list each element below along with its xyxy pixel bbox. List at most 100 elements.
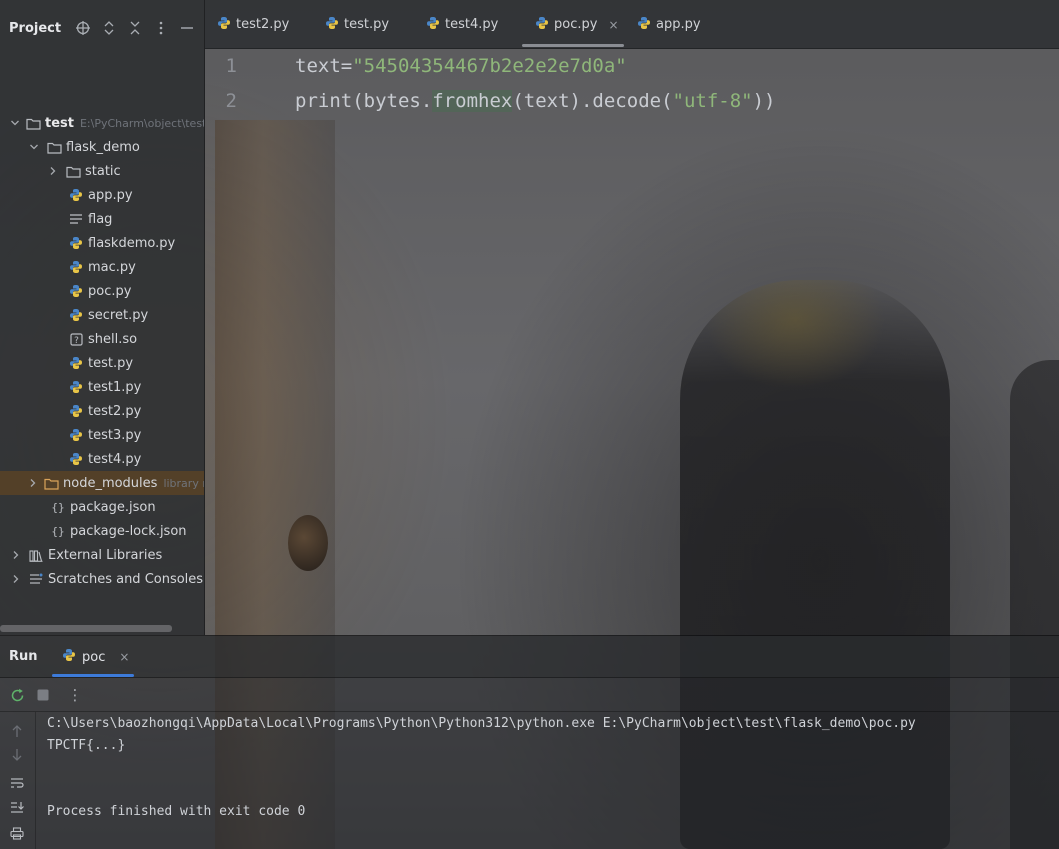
arrow-down-icon[interactable]: [8, 746, 26, 764]
chevron-right-icon[interactable]: [10, 574, 22, 584]
arrow-up-icon[interactable]: [8, 722, 26, 740]
tree-item-label: test: [45, 115, 74, 131]
tab-label: test4.py: [445, 17, 499, 32]
console-exit-line: Process finished with exit code 0: [47, 804, 306, 819]
tree-item-flag[interactable]: flag: [0, 207, 204, 231]
folder-icon: [26, 115, 41, 131]
tab-app-py[interactable]: app.py: [637, 0, 701, 49]
tree-item-secret-py[interactable]: secret.py: [0, 303, 204, 327]
tab-test4-py[interactable]: test4.py: [426, 0, 498, 49]
tree-item-poc-py[interactable]: poc.py: [0, 279, 204, 303]
tree-item-package-json[interactable]: {} package.json: [0, 495, 204, 519]
folder-icon: [65, 163, 81, 179]
python-file-icon: [325, 16, 339, 34]
tree-item-label: test2.py: [88, 403, 142, 419]
expand-all-icon[interactable]: [96, 18, 122, 38]
tab-test-py[interactable]: test.py: [325, 0, 389, 49]
svg-text:{}: {}: [51, 525, 64, 538]
code-line-2[interactable]: print(bytes.fromhex(text).decode("utf-8"…: [295, 90, 775, 112]
scroll-to-end-icon[interactable]: [8, 798, 26, 816]
tree-item-test2-py[interactable]: test2.py: [0, 399, 204, 423]
tree-item-test-py[interactable]: test.py: [0, 351, 204, 375]
tree-item-label: flag: [88, 211, 113, 227]
code-token-string: "utf-8": [672, 90, 753, 112]
tree-item-external-libraries[interactable]: External Libraries: [0, 543, 204, 567]
tree-item-node-modules[interactable]: node_modules library root: [0, 471, 204, 495]
project-horizontal-scrollbar[interactable]: [0, 625, 172, 632]
rerun-icon[interactable]: [8, 686, 26, 704]
code-token-highlighted: fromhex: [432, 90, 513, 112]
python-file-icon: [68, 355, 84, 371]
tree-item-hint: E:\PyCharm\object\test: [79, 116, 205, 130]
tab-label: test2.py: [236, 17, 290, 32]
tab-label: test.py: [344, 17, 390, 32]
soft-wrap-icon[interactable]: [8, 774, 26, 792]
tree-item-label: static: [85, 163, 121, 179]
project-panel-title[interactable]: Project: [9, 21, 61, 36]
python-file-icon: [68, 403, 84, 419]
tree-item-label: test4.py: [88, 451, 142, 467]
run-tool-window: Run poc × ⋮ C:\Users\baozhongqi\AppData\…: [0, 635, 1059, 849]
chevron-down-icon[interactable]: [10, 118, 20, 128]
tree-item-shell-so[interactable]: ? shell.so: [0, 327, 204, 351]
tree-item-label: test.py: [88, 355, 134, 371]
project-panel-header: Project: [0, 0, 204, 57]
run-panel-header: Run poc ×: [0, 636, 1059, 678]
code-token-call: print(bytes.: [295, 90, 433, 112]
tab-label: poc.py: [554, 17, 598, 32]
tree-item-label: test1.py: [88, 379, 142, 395]
tab-poc-py[interactable]: poc.py ×: [535, 0, 619, 49]
active-run-tab-indicator: [52, 674, 134, 677]
hide-panel-icon[interactable]: [174, 18, 200, 38]
folder-icon: [46, 139, 62, 155]
close-icon[interactable]: ×: [608, 18, 618, 32]
run-tab-poc[interactable]: poc ×: [52, 636, 134, 678]
tree-item-test4-py[interactable]: test4.py: [0, 447, 204, 471]
chevron-right-icon[interactable]: [28, 478, 38, 488]
chevron-down-icon[interactable]: [28, 142, 40, 152]
tree-item-app-py[interactable]: app.py: [0, 183, 204, 207]
collapse-all-icon[interactable]: [122, 18, 148, 38]
locate-file-icon[interactable]: [70, 18, 96, 38]
tree-item-test1-py[interactable]: test1.py: [0, 375, 204, 399]
options-more-icon[interactable]: [148, 18, 174, 38]
python-file-icon: [62, 648, 76, 666]
tree-item-mac-py[interactable]: mac.py: [0, 255, 204, 279]
python-file-icon: [68, 187, 84, 203]
scratches-icon: [28, 571, 44, 587]
tree-item-label: shell.so: [88, 331, 138, 347]
run-panel-title[interactable]: Run: [9, 649, 38, 664]
tree-item-test[interactable]: test E:\PyCharm\object\test: [0, 111, 205, 135]
code-token-call: (text).decode(: [512, 90, 673, 112]
print-icon[interactable]: [8, 824, 26, 842]
chevron-right-icon[interactable]: [47, 166, 59, 176]
tree-item-static[interactable]: static: [0, 159, 204, 183]
chevron-right-icon[interactable]: [10, 550, 22, 560]
python-file-icon: [68, 379, 84, 395]
tree-item-label: secret.py: [88, 307, 149, 323]
run-toolbar: ⋮: [0, 678, 1059, 712]
tree-item-flaskdemo-py[interactable]: flaskdemo.py: [0, 231, 204, 255]
tab-test2-py[interactable]: test2.py: [217, 0, 289, 49]
line-number: 1: [225, 55, 237, 77]
code-line-1[interactable]: text="54504354467b2e2e2e7d0a": [295, 55, 627, 77]
more-options-icon[interactable]: ⋮: [66, 686, 84, 704]
tree-item-package-lock-json[interactable]: {} package-lock.json: [0, 519, 204, 543]
tree-item-label: flaskdemo.py: [88, 235, 176, 251]
tree-item-label: External Libraries: [48, 547, 163, 563]
tree-item-scratches-and-consoles[interactable]: Scratches and Consoles: [0, 567, 204, 591]
python-file-icon: [68, 307, 84, 323]
tree-item-label: flask_demo: [66, 139, 140, 155]
tree-item-flask-demo[interactable]: flask_demo: [0, 135, 204, 159]
svg-text:{}: {}: [51, 501, 64, 514]
code-editor[interactable]: 1 2 text="54504354467b2e2e2e7d0a" print(…: [205, 49, 1059, 635]
python-file-icon: [68, 235, 84, 251]
tree-item-label: Scratches and Consoles: [48, 571, 204, 587]
stop-icon[interactable]: [34, 686, 52, 704]
python-file-icon: [426, 16, 440, 34]
tree-item-test3-py[interactable]: test3.py: [0, 423, 204, 447]
run-tab-label: poc: [82, 649, 106, 665]
console-command-line: C:\Users\baozhongqi\AppData\Local\Progra…: [47, 716, 916, 731]
close-icon[interactable]: ×: [119, 650, 129, 664]
libraries-icon: [28, 547, 44, 563]
